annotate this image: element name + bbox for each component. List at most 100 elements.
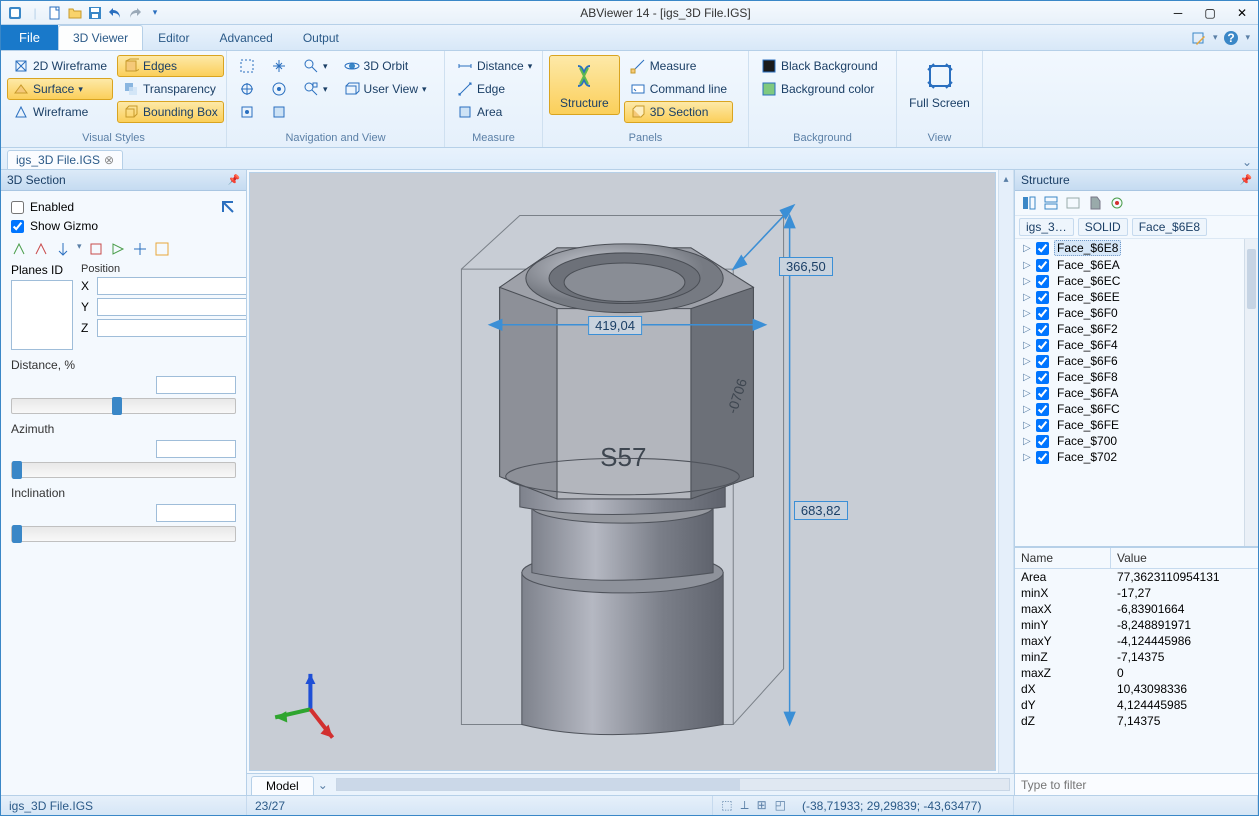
status-ico-2[interactable]: ⟂ [741,798,749,813]
inclination-slider[interactable] [11,526,236,542]
bc-root[interactable]: igs_3… [1019,218,1074,236]
tree-row[interactable]: ▷Face_$6FC [1015,401,1258,417]
pos-z-input[interactable] [97,319,246,337]
doc-tabs-dropdown-icon[interactable]: ⌄ [1236,155,1258,169]
tree-checkbox[interactable] [1036,275,1049,288]
expander-icon[interactable]: ▷ [1023,388,1033,399]
nav-btn-1[interactable] [233,55,261,77]
model-tab[interactable]: Model [251,776,314,795]
btn-edge[interactable]: Edge [451,78,538,100]
plane-tool-6-icon[interactable] [132,241,148,257]
styles-dropdown-icon[interactable] [1191,30,1207,46]
btn-wireframe[interactable]: Wireframe [7,101,113,123]
structure-pin-icon[interactable]: 📌 [1240,175,1252,186]
tree-row[interactable]: ▷Face_$6F8 [1015,369,1258,385]
btn-command-line[interactable]: Command line [624,78,733,100]
minimize-button[interactable]: ─ [1162,2,1194,24]
tree-row[interactable]: ▷Face_$6EE [1015,289,1258,305]
btn-zoom[interactable]: ▾ [297,55,334,77]
btn-black-background[interactable]: Black Background [755,55,884,77]
expander-icon[interactable]: ▷ [1023,324,1033,335]
enabled-checkbox[interactable] [11,201,24,214]
tab-output[interactable]: Output [288,25,354,50]
expander-icon[interactable]: ▷ [1023,308,1033,319]
help-icon[interactable]: ? [1223,30,1239,46]
nav-btn-4[interactable] [265,55,293,77]
status-ico-3[interactable]: ⊞ [757,798,767,813]
tree-checkbox[interactable] [1036,387,1049,400]
expander-icon[interactable]: ▷ [1023,260,1033,271]
show-gizmo-checkbox[interactable] [11,220,24,233]
tree-checkbox[interactable] [1036,242,1049,255]
pos-x-input[interactable] [97,277,246,295]
tree-row[interactable]: ▷Face_$700 [1015,433,1258,449]
tree-checkbox[interactable] [1036,451,1049,464]
struct-tool-5-icon[interactable] [1109,195,1125,211]
new-icon[interactable] [47,5,63,21]
status-ico-4[interactable]: ◰ [775,798,786,813]
save-icon[interactable] [87,5,103,21]
tree-row[interactable]: ▷Face_$6F6 [1015,353,1258,369]
btn-structure[interactable]: Structure [549,55,620,115]
struct-tool-3-icon[interactable] [1065,195,1081,211]
maximize-button[interactable]: ▢ [1194,2,1226,24]
tree-checkbox[interactable] [1036,307,1049,320]
nav-btn-2[interactable] [233,78,261,100]
tree-checkbox[interactable] [1036,419,1049,432]
tree-row[interactable]: ▷Face_$702 [1015,449,1258,465]
expander-icon[interactable]: ▷ [1023,340,1033,351]
tree-checkbox[interactable] [1036,291,1049,304]
side-expand-icon[interactable]: ▴ [998,170,1014,773]
btn-bounding-box[interactable]: Bounding Box [117,101,224,123]
tree-checkbox[interactable] [1036,323,1049,336]
model-tab-dropdown-icon[interactable]: ⌄ [314,774,332,795]
planes-id-list[interactable] [11,280,73,350]
tab-3d-viewer[interactable]: 3D Viewer [58,25,143,50]
plane-tool-7-icon[interactable] [154,241,170,257]
struct-tool-4-icon[interactable] [1087,195,1103,211]
expander-icon[interactable]: ▷ [1023,404,1033,415]
3d-viewport[interactable]: 419,04 366,50 683,82 S57 -0706 [249,172,996,771]
tree-checkbox[interactable] [1036,403,1049,416]
close-doc-icon[interactable]: ⊗ [104,153,114,167]
redo-icon[interactable] [127,5,143,21]
tree-checkbox[interactable] [1036,339,1049,352]
btn-surface[interactable]: Surface▾ [7,78,113,100]
open-icon[interactable] [67,5,83,21]
pos-y-input[interactable] [97,298,246,316]
expander-icon[interactable]: ▷ [1023,276,1033,287]
expander-icon[interactable]: ▷ [1023,372,1033,383]
btn-3d-section[interactable]: 3D Section [624,101,733,123]
btn-background-color[interactable]: Background color [755,78,884,100]
distance-slider[interactable] [11,398,236,414]
tab-advanced[interactable]: Advanced [204,25,287,50]
tree-checkbox[interactable] [1036,355,1049,368]
expander-icon[interactable]: ▷ [1023,292,1033,303]
tree-checkbox[interactable] [1036,259,1049,272]
tree-row[interactable]: ▷Face_$6EC [1015,273,1258,289]
btn-3d-orbit[interactable]: 3D Orbit [338,55,433,77]
btn-panel-measure[interactable]: Measure [624,55,733,77]
tree-row[interactable]: ▷Face_$6EA [1015,257,1258,273]
tree-row[interactable]: ▷Face_$6FA [1015,385,1258,401]
tree-row[interactable]: ▷Face_$6F2 [1015,321,1258,337]
struct-tool-2-icon[interactable] [1043,195,1059,211]
align-section-icon[interactable] [220,199,236,215]
nav-btn-3[interactable] [233,101,261,123]
undo-icon[interactable] [107,5,123,21]
btn-distance[interactable]: Distance▾ [451,55,538,77]
expander-icon[interactable]: ▷ [1023,436,1033,447]
btn-transparency[interactable]: Transparency [117,78,224,100]
pin-icon[interactable]: 📌 [228,175,240,186]
btn-2d-wireframe[interactable]: 2D Wireframe [7,55,113,77]
tree-row[interactable]: ▷Face_$6F0 [1015,305,1258,321]
expander-icon[interactable]: ▷ [1023,356,1033,367]
btn-zoom-extents[interactable]: ▾ [297,78,334,100]
filter-input[interactable] [1015,774,1258,795]
bc-solid[interactable]: SOLID [1078,218,1128,236]
bc-face[interactable]: Face_$6E8 [1132,218,1207,236]
btn-user-view[interactable]: User View▾ [338,78,433,100]
inclination-input[interactable] [156,504,236,522]
tree-row[interactable]: ▷Face_$6F4 [1015,337,1258,353]
plane-tool-2-icon[interactable] [33,241,49,257]
